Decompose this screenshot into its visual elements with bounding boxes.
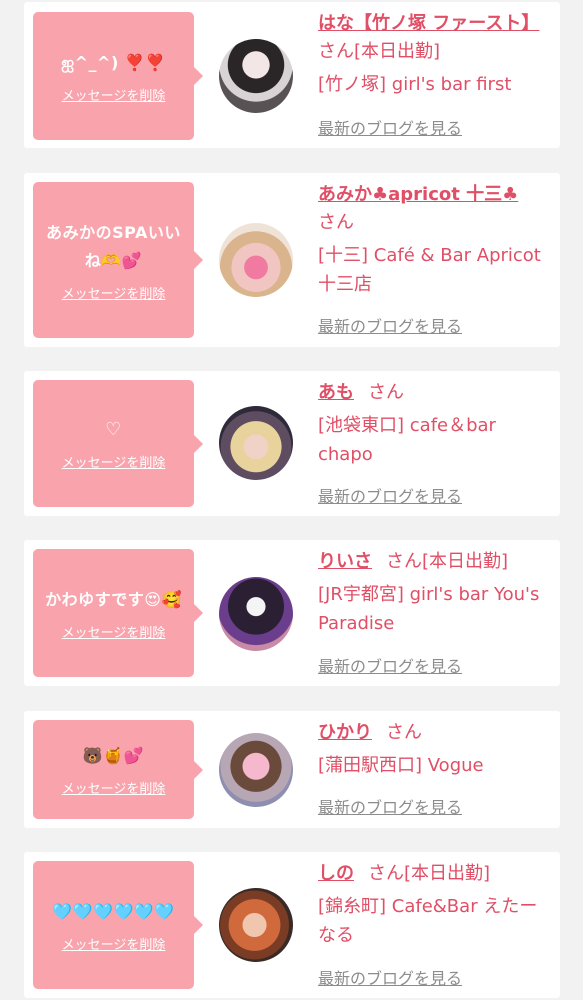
san-suffix: さん [318, 41, 354, 62]
cast-name-link[interactable]: あみか♣apricot 十三♣ [318, 184, 518, 205]
message-bubble: かわゆすです😍🥰 メッセージを削除 [33, 549, 203, 677]
san-suffix: さん [386, 722, 422, 743]
delete-message-link[interactable]: メッセージを削除 [62, 934, 166, 953]
cast-name-line: りいさ さん[本日出勤] [318, 548, 548, 576]
shop-name: [池袋東口] cafe＆bar chapo [318, 415, 496, 465]
cast-name-link[interactable]: ひかり [318, 722, 372, 743]
message-card: 🩵🩵🩵🩵🩵🩵 メッセージを削除 しの さん[本日出勤] [錦糸町] Cafe&Ba… [24, 852, 560, 998]
cast-name-line: ひかり さん [318, 719, 548, 747]
san-suffix: さん [318, 212, 354, 233]
shop-name: [JR宇都宮] girl's bar You's Paradise [318, 584, 540, 634]
message-bubble: あみかのSPAいいね🫶💕 メッセージを削除 [33, 182, 203, 338]
message-bubble: ♡ メッセージを削除 [33, 380, 203, 507]
cast-name-line: あみか♣apricot 十三♣ さん [318, 181, 548, 237]
cast-name-line: しの さん[本日出勤] [318, 860, 548, 888]
message-bubble: ஐ^_^) ❣️❣️ メッセージを削除 [33, 12, 203, 140]
message-card: ♡ メッセージを削除 あも さん [池袋東口] cafe＆bar chapo 最新… [24, 371, 560, 516]
san-suffix: さん [386, 551, 422, 572]
shop-name: [十三] Café & Bar Apricot 十三店 [318, 245, 541, 295]
delete-message-link[interactable]: メッセージを削除 [62, 283, 166, 302]
avatar[interactable] [219, 577, 293, 651]
cast-name-link[interactable]: りいさ [318, 551, 372, 572]
avatar[interactable] [219, 888, 293, 962]
message-bubble: 🩵🩵🩵🩵🩵🩵 メッセージを削除 [33, 861, 203, 989]
avatar[interactable] [219, 223, 293, 297]
latest-blog-link[interactable]: 最新のブログを見る [318, 965, 462, 989]
message-text: ♡ [105, 419, 122, 440]
san-suffix: さん [368, 863, 404, 884]
status-text: [本日出勤] [354, 41, 441, 62]
message-text: 🐻🍯💕 [82, 746, 145, 765]
message-bubble: 🐻🍯💕 メッセージを削除 [33, 720, 203, 819]
message-card: あみかのSPAいいね🫶💕 メッセージを削除 あみか♣apricot 十三♣さん … [24, 173, 560, 347]
san-suffix: さん [368, 382, 404, 403]
delete-message-link[interactable]: メッセージを削除 [62, 452, 166, 471]
status-text: [本日出勤] [422, 551, 509, 572]
avatar[interactable] [219, 406, 293, 480]
status-text: [本日出勤] [404, 863, 491, 884]
shop-name: [錦糸町] Cafe&Bar えたーなる [318, 896, 538, 946]
message-text: かわゆすです😍🥰 [45, 589, 182, 609]
message-text: あみかのSPAいいね🫶💕 [46, 222, 181, 270]
message-text: ஐ^_^) ❣️❣️ [61, 52, 166, 72]
shop-name: [蒲田駅西口] Vogue [318, 755, 484, 776]
message-card: 🐻🍯💕 メッセージを削除 ひかり さん [蒲田駅西口] Vogue 最新のブログを… [24, 711, 560, 828]
latest-blog-link[interactable]: 最新のブログを見る [318, 313, 462, 337]
message-text: 🩵🩵🩵🩵🩵🩵 [52, 901, 175, 921]
shop-name: [竹ノ塚] girl's bar first [318, 74, 512, 95]
avatar[interactable] [219, 39, 293, 113]
latest-blog-link[interactable]: 最新のブログを見る [318, 794, 462, 818]
latest-blog-link[interactable]: 最新のブログを見る [318, 483, 462, 507]
cast-name-link[interactable]: しの [318, 863, 354, 884]
message-card: かわゆすです😍🥰 メッセージを削除 りいさ さん[本日出勤] [JR宇都宮] gi… [24, 540, 560, 686]
delete-message-link[interactable]: メッセージを削除 [62, 622, 166, 641]
avatar[interactable] [219, 733, 293, 807]
cast-name-link[interactable]: はな【竹ノ塚 ファースト】 [318, 13, 539, 34]
message-card: ஐ^_^) ❣️❣️ メッセージを削除 はな【竹ノ塚 ファースト】さん[本日出勤… [24, 2, 560, 148]
cast-name-line: あも さん [318, 379, 548, 407]
latest-blog-link[interactable]: 最新のブログを見る [318, 653, 462, 677]
delete-message-link[interactable]: メッセージを削除 [62, 778, 166, 797]
cast-name-link[interactable]: あも [318, 382, 354, 403]
latest-blog-link[interactable]: 最新のブログを見る [318, 115, 462, 139]
cast-name-line: はな【竹ノ塚 ファースト】さん[本日出勤] [318, 10, 548, 66]
delete-message-link[interactable]: メッセージを削除 [62, 85, 166, 104]
